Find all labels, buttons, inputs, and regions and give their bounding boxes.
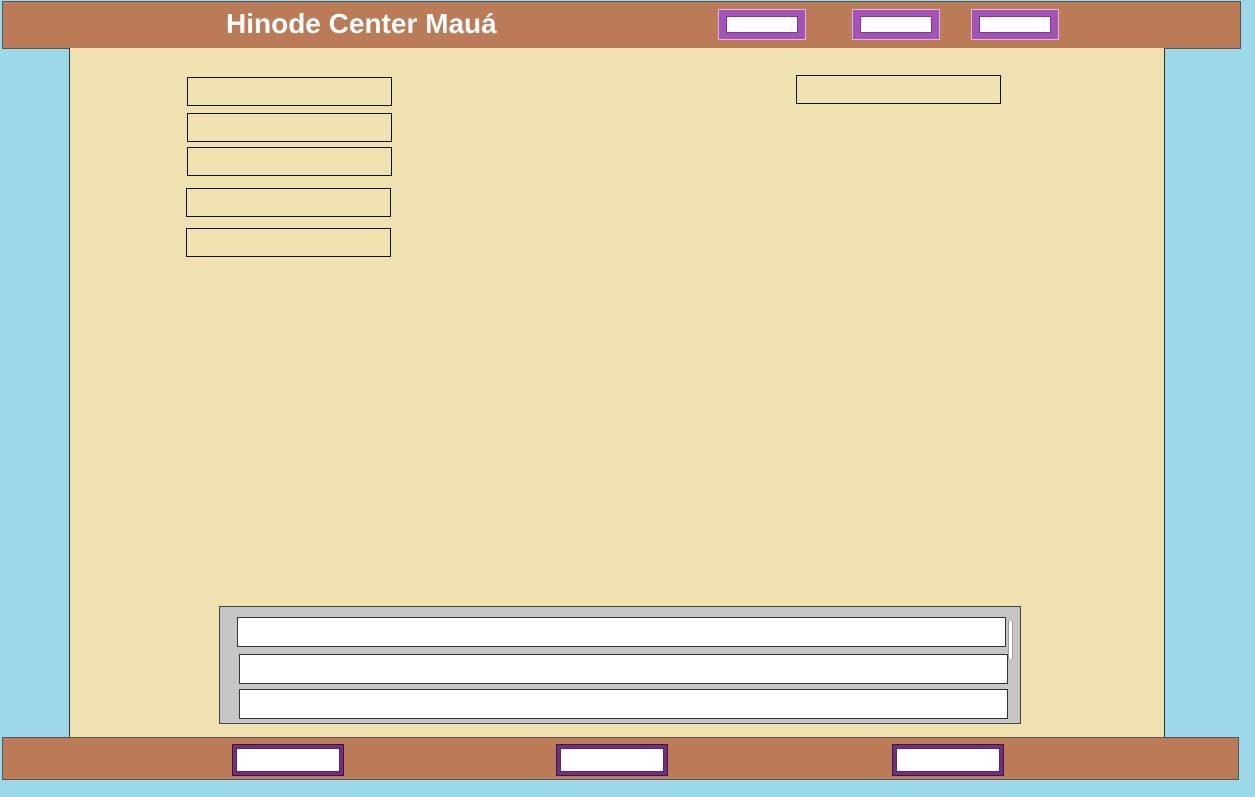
list-item-2[interactable] [239,654,1008,684]
footer-button-1[interactable] [232,744,344,776]
list-scrollbar[interactable] [1008,621,1013,659]
page-title: Hinode Center Mauá [226,8,497,39]
footer-button-3-label [896,748,1000,772]
list-item-1[interactable] [237,617,1006,647]
nav-button-2[interactable] [852,9,940,40]
footer-button-2-label [560,748,664,772]
form-field-5[interactable] [186,228,391,257]
footer-button-2[interactable] [556,744,668,776]
nav-button-1[interactable] [718,9,806,40]
nav-button-3[interactable] [971,9,1059,40]
nav-button-3-label [979,16,1051,33]
form-field-1[interactable] [187,77,392,106]
nav-button-1-label [726,16,798,33]
list-item-3[interactable] [239,689,1008,719]
footer-button-3[interactable] [892,744,1004,776]
form-field-3[interactable] [187,147,392,176]
search-field[interactable] [796,75,1001,104]
footer-button-1-label [236,748,340,772]
form-field-2[interactable] [187,113,392,142]
nav-button-2-label [860,16,932,33]
form-field-4[interactable] [186,188,391,217]
